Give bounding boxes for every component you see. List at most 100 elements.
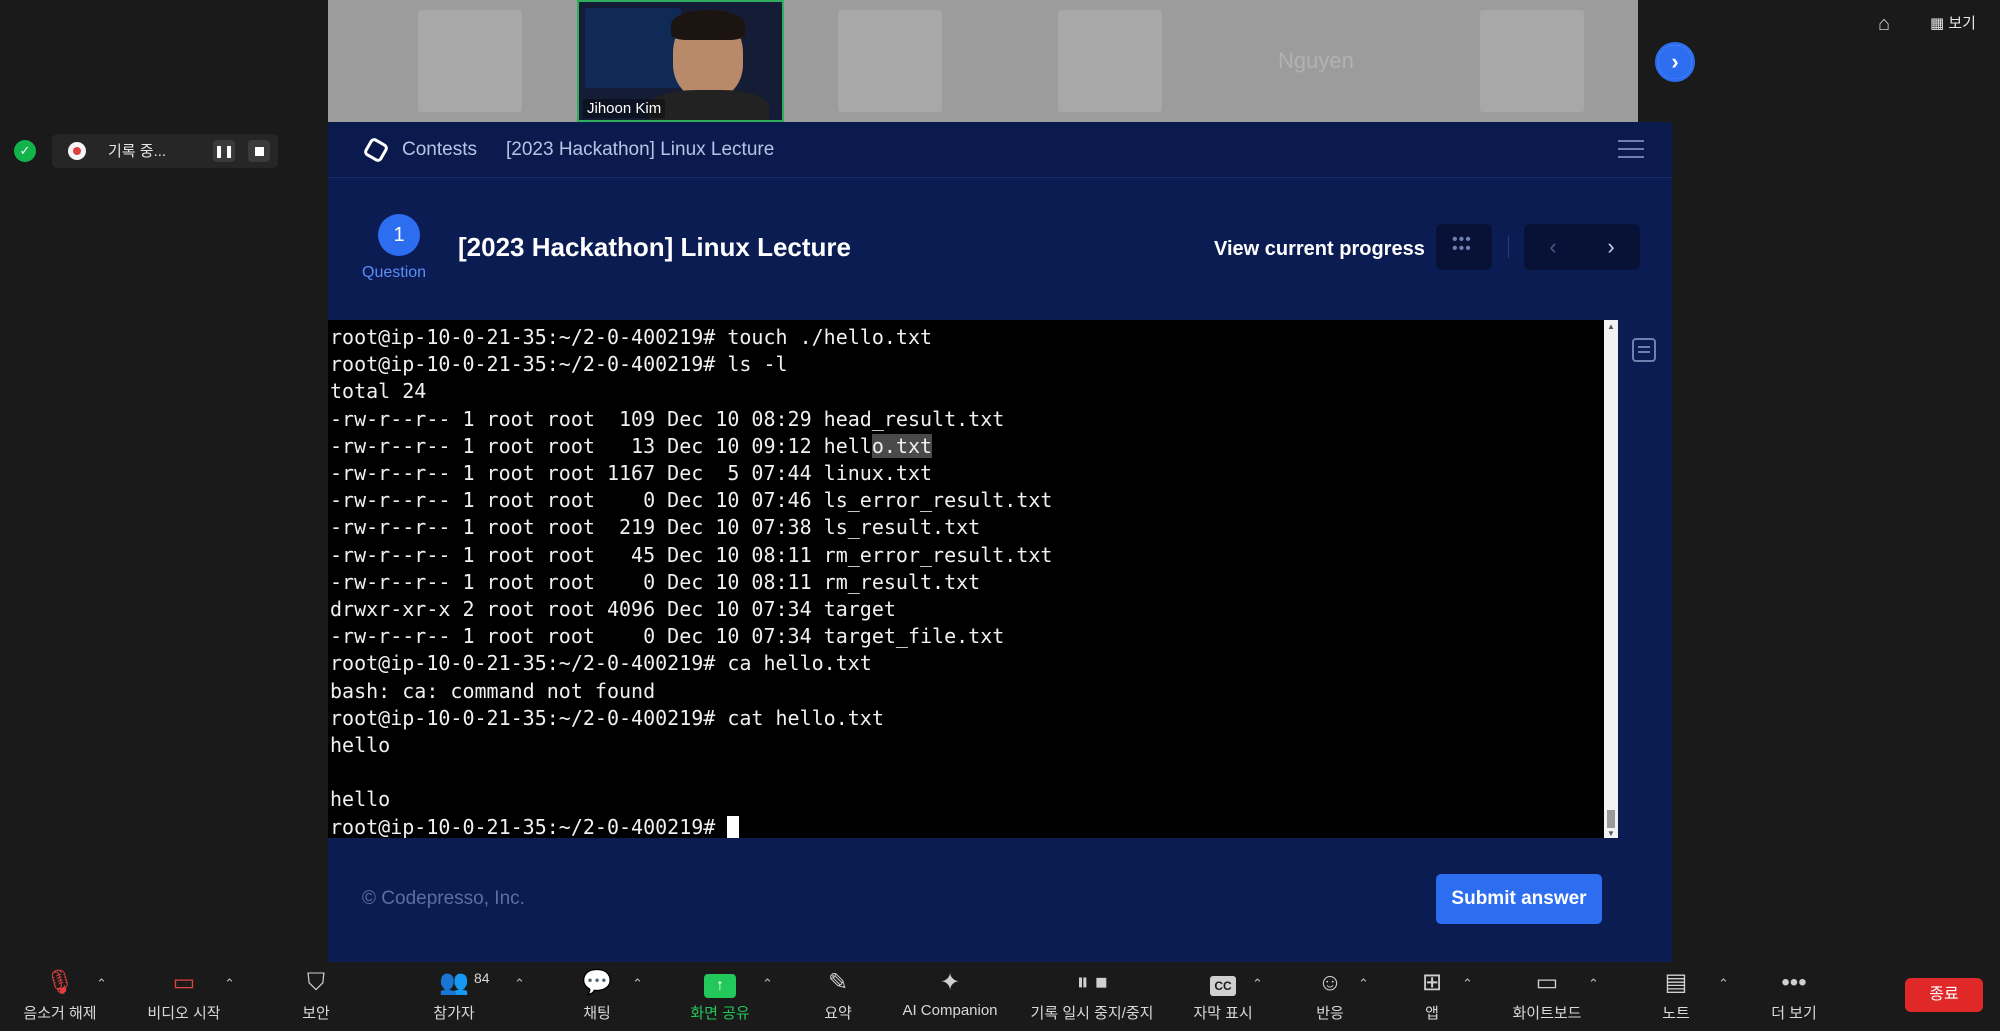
chevron-up-icon[interactable]: ⌃	[632, 976, 643, 992]
summary-icon: ✎	[827, 969, 849, 996]
menu-icon[interactable]	[1618, 140, 1644, 158]
ellipsis-icon: •••	[1781, 969, 1807, 996]
chevron-up-icon[interactable]: ⌃	[514, 976, 525, 992]
security-button[interactable]: ⛉ 보안	[296, 968, 336, 1023]
whiteboard-button[interactable]: ▭ 화이트보드	[1506, 968, 1588, 1023]
captions-icon: CC	[1188, 968, 1258, 998]
sparkle-icon: ✦	[939, 969, 961, 996]
submit-answer-button[interactable]: Submit answer	[1436, 874, 1602, 924]
terminal-line: -rw-r--r-- 1 root root 13 Dec 10 09:12 h…	[330, 433, 933, 458]
whiteboard-icon: ▭	[1535, 969, 1559, 996]
notes-icon[interactable]	[1632, 338, 1656, 362]
record-icon	[68, 142, 86, 160]
question-number-badge[interactable]: 1	[378, 214, 420, 256]
chevron-up-icon[interactable]: ⌃	[1252, 976, 1263, 992]
participants-button[interactable]: 👥 참가자	[428, 968, 480, 1023]
breadcrumb-contests[interactable]: Contests	[402, 139, 477, 161]
question-title: [2023 Hackathon] Linux Lecture	[458, 232, 851, 262]
terminal-line: hello	[330, 733, 391, 758]
speaker-hair	[671, 10, 745, 40]
pause-recording-button[interactable]: ❚❚	[213, 140, 235, 162]
terminal[interactable]: root@ip-10-0-21-35:~/2-0-400219# touch .…	[328, 320, 1614, 841]
view-button[interactable]: ▦ 보기	[1930, 12, 1976, 38]
start-video-button[interactable]: ▭ 비디오 시작	[138, 968, 230, 1023]
copyright-text: © Codepresso, Inc.	[362, 888, 525, 909]
immersive-view-icon[interactable]: ⌂	[1878, 13, 1904, 39]
chevron-up-icon[interactable]: ⌃	[1718, 976, 1729, 992]
terminal-line: -rw-r--r-- 1 root root 0 Dec 10 07:46 ls…	[330, 488, 1053, 513]
notes-button[interactable]: ▤ 노트	[1658, 968, 1694, 1023]
chevron-up-icon[interactable]: ⌃	[96, 976, 107, 992]
chat-icon: 💬	[582, 969, 612, 996]
terminal-line: -rw-r--r-- 1 root root 0 Dec 10 07:34 ta…	[330, 624, 1005, 649]
participant-tile[interactable]	[418, 10, 522, 112]
previous-question-button[interactable]: ‹	[1524, 224, 1582, 270]
notes-label: 노트	[1662, 1005, 1690, 1022]
scroll-up-icon[interactable]: ▲	[1607, 322, 1615, 331]
more-button[interactable]: ••• 더 보기	[1766, 968, 1822, 1023]
chevron-up-icon[interactable]: ⌃	[1358, 976, 1369, 992]
terminal-line: hello	[330, 787, 391, 812]
summary-button[interactable]: ✎ 요약	[818, 968, 858, 1023]
captions-label: 자막 표시	[1193, 1005, 1253, 1022]
participant-tile[interactable]	[1058, 10, 1162, 112]
active-speaker-tile[interactable]: Jihoon Kim	[577, 0, 784, 122]
mic-muted-icon: 🎙	[44, 969, 76, 996]
next-page-button[interactable]: ›	[1655, 42, 1695, 82]
recording-label: 기록 중...	[108, 143, 167, 160]
captions-button[interactable]: CC 자막 표시	[1188, 968, 1258, 1023]
question-label: Question	[362, 264, 427, 281]
participant-tile[interactable]	[838, 10, 942, 112]
grid-icon: ▦	[1930, 15, 1949, 32]
progress-grid-button[interactable]: ••• •••	[1436, 224, 1492, 270]
shield-icon[interactable]: ✓	[14, 140, 36, 162]
chevron-right-icon: ›	[1658, 45, 1692, 79]
share-screen-label: 화면 공유	[690, 1005, 750, 1022]
terminal-line: root@ip-10-0-21-35:~/2-0-400219#	[330, 814, 1052, 841]
terminal-line: -rw-r--r-- 1 root root 1167 Dec 5 07:44 …	[330, 461, 933, 486]
view-label: 보기	[1948, 15, 1976, 32]
codepresso-logo-icon[interactable]	[362, 136, 390, 164]
reactions-button[interactable]: ☺ 반응	[1310, 968, 1350, 1023]
people-icon: 👥	[439, 969, 469, 996]
side-rail	[1618, 320, 1672, 838]
recording-pause-stop-button[interactable]: ⏸ ⏹ 기록 일시 중지/중지	[1020, 968, 1164, 1023]
terminal-output: root@ip-10-0-21-35:~/2-0-400219# touch .…	[330, 324, 1052, 841]
scroll-down-icon[interactable]: ▼	[1607, 829, 1615, 838]
unmute-button[interactable]: 🎙 음소거 해제	[16, 968, 104, 1023]
next-question-button[interactable]: ›	[1582, 224, 1640, 270]
stop-recording-button[interactable]	[248, 140, 270, 162]
start-video-label: 비디오 시작	[147, 1005, 221, 1022]
contest-header: Contests [2023 Hackathon] Linux Lecture	[328, 122, 1672, 178]
ai-companion-button[interactable]: ✦ AI Companion	[898, 968, 1002, 1019]
chevron-up-icon[interactable]: ⌃	[762, 976, 773, 992]
chat-button[interactable]: 💬 채팅	[578, 968, 616, 1023]
terminal-line: root@ip-10-0-21-35:~/2-0-400219# ls -l	[330, 352, 788, 377]
whiteboard-label: 화이트보드	[1512, 1005, 1582, 1022]
terminal-line: drwxr-xr-x 2 root root 4096 Dec 10 07:34…	[330, 597, 896, 622]
apps-button[interactable]: ⊞ 앱	[1416, 968, 1448, 1023]
participant-name: Nguyen	[1278, 48, 1354, 73]
scroll-thumb[interactable]	[1607, 810, 1615, 828]
chevron-up-icon[interactable]: ⌃	[1462, 976, 1473, 992]
share-screen-button[interactable]: ↑ 화면 공유	[684, 968, 756, 1023]
terminal-line: root@ip-10-0-21-35:~/2-0-400219# cat hel…	[330, 705, 884, 730]
terminal-cursor	[727, 815, 740, 838]
participants-label: 참가자	[433, 1005, 475, 1022]
chevron-right-icon: ›	[1607, 234, 1615, 259]
background-poster	[585, 8, 681, 88]
speaker-name: Jihoon Kim	[583, 99, 666, 118]
terminal-line: bash: ca: command not found	[330, 678, 656, 703]
end-meeting-button[interactable]: 종료	[1905, 978, 1983, 1012]
terminal-line: root@ip-10-0-21-35:~/2-0-400219# ca hell…	[330, 651, 872, 676]
emoji-icon: ☺	[1317, 969, 1343, 996]
chevron-up-icon[interactable]: ⌃	[1588, 976, 1599, 992]
participant-tile[interactable]	[1480, 10, 1584, 112]
dots-grid-icon: ••• •••	[1452, 231, 1472, 257]
terminal-scrollbar[interactable]: ▲ ▼	[1604, 320, 1618, 838]
terminal-line: -rw-r--r-- 1 root root 45 Dec 10 08:11 r…	[330, 542, 1053, 567]
video-off-icon: ▭	[172, 969, 196, 996]
chevron-up-icon[interactable]: ⌃	[224, 976, 235, 992]
breadcrumb-page: [2023 Hackathon] Linux Lecture	[506, 139, 775, 160]
